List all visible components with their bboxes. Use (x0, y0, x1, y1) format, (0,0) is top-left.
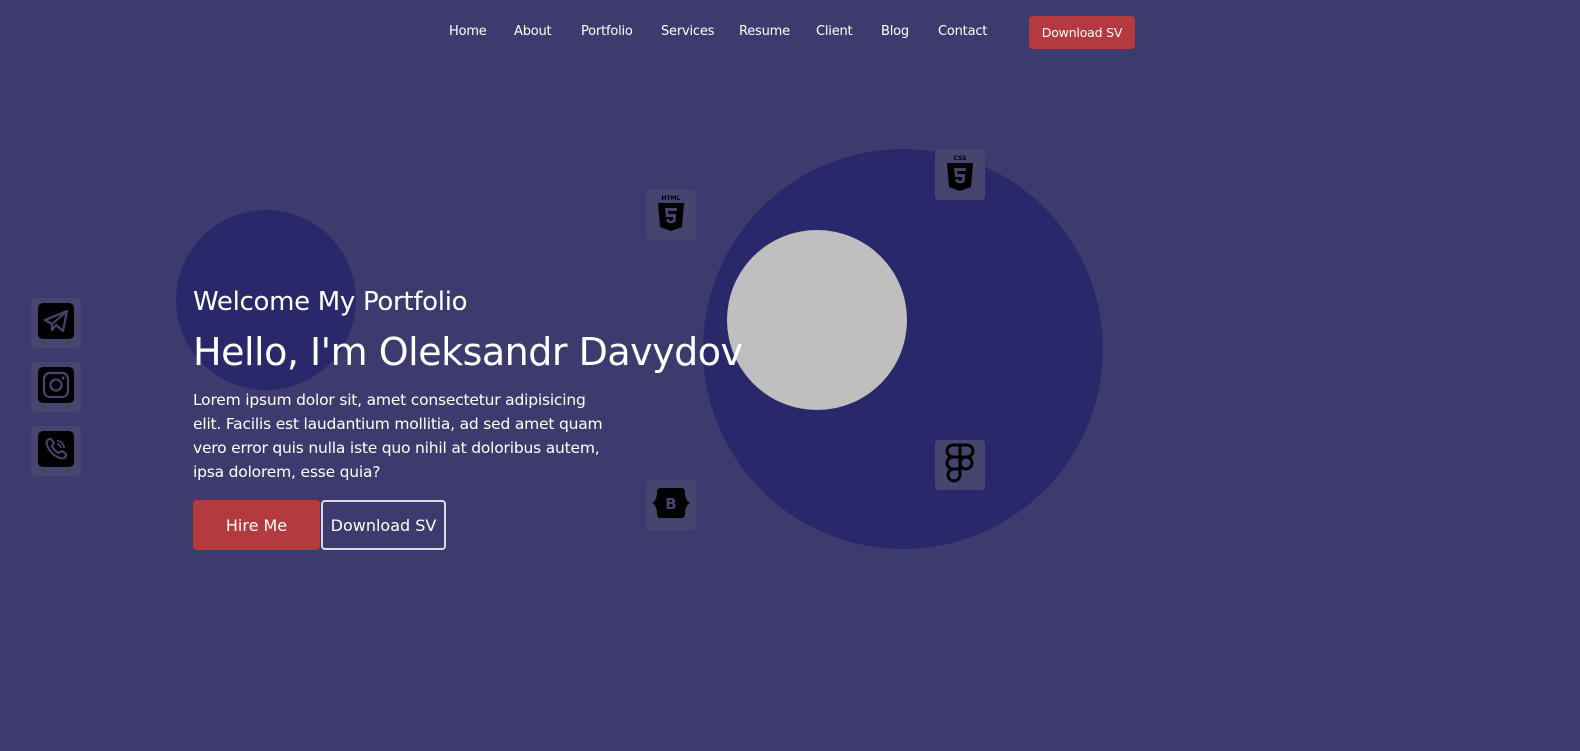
telegram-icon (38, 303, 74, 343)
svg-text:HTML: HTML (662, 195, 681, 202)
hire-me-button[interactable]: Hire Me (193, 500, 320, 550)
hero-subtitle: Welcome My Portfolio (193, 287, 468, 317)
bootstrap-badge: B (646, 480, 696, 530)
viber-icon (38, 431, 74, 471)
bootstrap-icon: B (651, 486, 691, 524)
instagram-link[interactable] (31, 362, 81, 412)
viber-link[interactable] (31, 426, 81, 476)
figma-icon (945, 443, 975, 487)
nav-link-home[interactable]: Home (449, 24, 487, 39)
svg-text:B: B (665, 495, 676, 513)
css3-icon: CSS (943, 153, 977, 197)
download-sv-button[interactable]: Download SV (321, 500, 446, 550)
nav-link-resume[interactable]: Resume (739, 24, 790, 39)
html5-icon: HTML (654, 193, 688, 237)
top-navigation: Home About Portfolio Services Resume Cli… (0, 0, 1580, 64)
telegram-link[interactable] (31, 298, 81, 348)
hero-title: Hello, I'm Oleksandr Davydov (193, 330, 743, 374)
html5-badge: HTML (646, 190, 696, 240)
nav-link-portfolio[interactable]: Portfolio (581, 24, 633, 39)
nav-link-contact[interactable]: Contact (938, 24, 987, 39)
nav-link-services[interactable]: Services (661, 24, 714, 39)
profile-photo-placeholder (727, 230, 907, 410)
nav-link-blog[interactable]: Blog (881, 24, 909, 39)
figma-badge (935, 440, 985, 490)
instagram-icon (38, 367, 74, 407)
nav-link-client[interactable]: Client (816, 24, 853, 39)
nav-link-about[interactable]: About (514, 24, 552, 39)
css3-badge: CSS (935, 150, 985, 200)
svg-text:CSS: CSS (954, 155, 967, 162)
hero-description: Lorem ipsum dolor sit, amet consectetur … (193, 391, 603, 481)
nav-download-button[interactable]: Download SV (1029, 16, 1135, 49)
